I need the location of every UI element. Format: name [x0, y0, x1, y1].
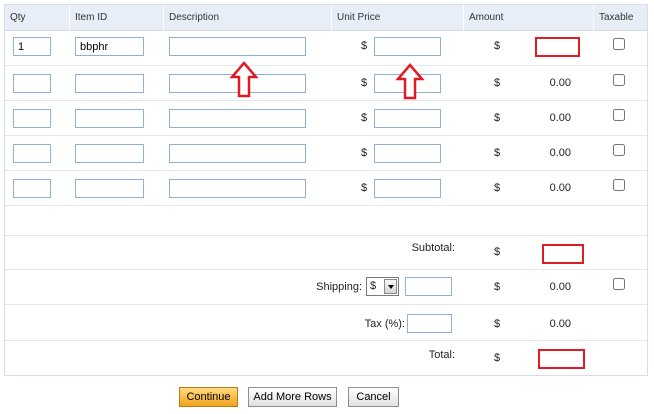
table-row: $ $ 0.00	[5, 136, 647, 171]
currency-symbol: $	[494, 246, 501, 258]
currency-symbol: $	[361, 77, 368, 89]
header-qty: Qty	[10, 12, 26, 23]
shipping-label: Shipping:	[316, 281, 362, 293]
line-amount: 0.00	[549, 147, 571, 159]
total-row: Total: $	[5, 341, 647, 375]
header-amount: Amount	[463, 5, 593, 31]
header-item-id: Item ID	[69, 5, 163, 31]
taxable-checkbox[interactable]	[613, 144, 625, 156]
line-amount: 0.00	[549, 112, 571, 124]
currency-symbol: $	[494, 182, 501, 194]
tax-amount: 0.00	[549, 318, 571, 330]
currency-symbol: $	[494, 318, 501, 330]
currency-symbol: $	[494, 352, 501, 364]
subtotal-highlight-box	[542, 244, 584, 264]
qty-input[interactable]	[13, 74, 51, 93]
header-unit-price: Unit Price	[331, 5, 463, 31]
tax-label: Tax (%):	[364, 318, 405, 330]
items-table-header: Qty Item ID Description Unit Price Amoun…	[5, 5, 647, 31]
unit-price-input[interactable]	[374, 37, 441, 56]
unit-price-input[interactable]	[374, 144, 441, 163]
description-input[interactable]	[169, 37, 306, 56]
cancel-button[interactable]: Cancel	[348, 387, 399, 407]
item-id-input[interactable]	[75, 37, 144, 56]
shipping-row: Shipping: $ $ 0.00	[5, 270, 647, 305]
qty-input[interactable]	[13, 109, 51, 128]
header-description: Description	[163, 5, 331, 31]
shipping-taxable-checkbox[interactable]	[613, 278, 625, 290]
shipping-type-value: $	[370, 280, 377, 292]
currency-symbol: $	[361, 40, 368, 52]
taxable-checkbox[interactable]	[613, 74, 625, 86]
total-label: Total:	[428, 349, 455, 361]
currency-symbol: $	[494, 147, 501, 159]
tax-row: Tax (%): $ 0.00	[5, 305, 647, 341]
chevron-down-icon[interactable]	[384, 279, 397, 294]
shipping-type-select[interactable]: $	[366, 277, 399, 296]
shipping-input[interactable]	[405, 277, 452, 296]
item-id-input[interactable]	[75, 74, 144, 93]
line-amount: 0.00	[549, 182, 571, 194]
currency-symbol: $	[494, 40, 501, 52]
taxable-checkbox[interactable]	[613, 179, 625, 191]
spacer-row	[5, 206, 647, 236]
tax-input[interactable]	[407, 314, 452, 333]
subtotal-label: Subtotal:	[411, 242, 455, 254]
header-taxable: Taxable	[593, 5, 647, 31]
currency-symbol: $	[494, 281, 501, 293]
description-input[interactable]	[169, 109, 306, 128]
currency-symbol: $	[494, 77, 501, 89]
table-row: $ $ 0.00	[5, 66, 647, 101]
currency-symbol: $	[361, 112, 368, 124]
qty-input[interactable]	[13, 37, 51, 56]
line-amount: 0.00	[549, 77, 571, 89]
total-highlight-box	[538, 349, 585, 369]
table-row: $ $	[5, 31, 647, 66]
currency-symbol: $	[361, 147, 368, 159]
description-input[interactable]	[169, 144, 306, 163]
item-id-input[interactable]	[75, 144, 144, 163]
unit-price-input[interactable]	[374, 179, 441, 198]
taxable-checkbox[interactable]	[613, 38, 625, 50]
subtotal-row: Subtotal: $	[5, 236, 647, 270]
shipping-amount: 0.00	[549, 281, 571, 293]
taxable-checkbox[interactable]	[613, 109, 625, 121]
add-more-rows-button[interactable]: Add More Rows	[248, 387, 337, 407]
item-id-input[interactable]	[75, 179, 144, 198]
item-id-input[interactable]	[75, 109, 144, 128]
up-arrow-annotation-icon	[395, 63, 425, 100]
up-arrow-annotation-icon	[229, 61, 259, 98]
table-row: $ $ 0.00	[5, 101, 647, 136]
qty-input[interactable]	[13, 144, 51, 163]
unit-price-input[interactable]	[374, 109, 441, 128]
amount-highlight-box	[535, 37, 580, 57]
description-input[interactable]	[169, 179, 306, 198]
continue-button[interactable]: Continue	[179, 387, 238, 407]
table-row: $ $ 0.00	[5, 171, 647, 206]
qty-input[interactable]	[13, 179, 51, 198]
currency-symbol: $	[361, 182, 368, 194]
currency-symbol: $	[494, 112, 501, 124]
